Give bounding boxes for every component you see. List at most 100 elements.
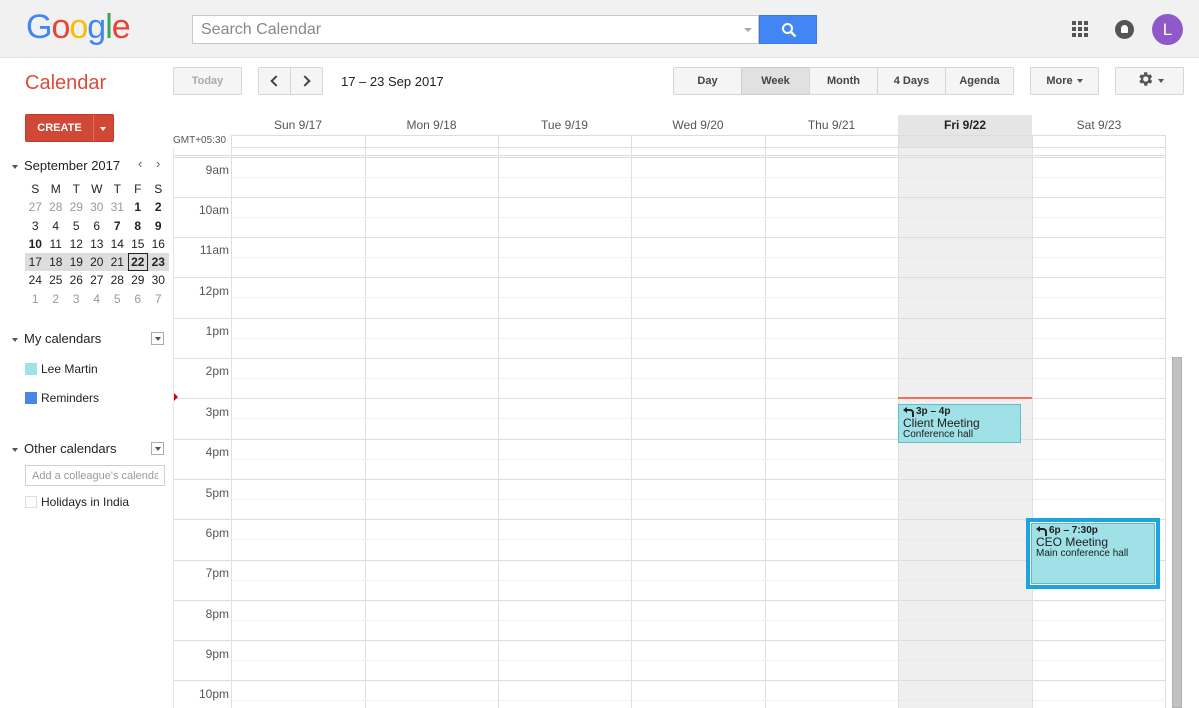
event-ceo-meeting[interactable]: 6p – 7:30p CEO Meeting Main conference h… (1031, 523, 1155, 584)
calendar-item-holidays-india[interactable]: Holidays in India (25, 495, 129, 509)
day-header[interactable]: Sun 9/17 (231, 115, 365, 135)
mini-calendar-day[interactable]: 13 (87, 235, 108, 253)
apps-grid-icon[interactable] (1072, 21, 1088, 37)
notifications-bell-icon[interactable] (1115, 20, 1134, 39)
create-options-dropdown[interactable] (93, 114, 114, 142)
mini-calendar-day[interactable]: 25 (46, 271, 67, 289)
mini-calendar-day[interactable]: 5 (66, 217, 87, 235)
mini-calendar-day[interactable]: 23 (148, 253, 169, 271)
view-week-button[interactable]: Week (741, 67, 810, 95)
mini-calendar-title[interactable]: September 2017 (12, 158, 120, 173)
mini-calendar-day[interactable]: 1 (128, 198, 149, 216)
search-options-caret-icon[interactable] (744, 28, 752, 32)
mini-calendar-day[interactable]: 10 (25, 235, 46, 253)
mini-calendar-day[interactable]: 27 (25, 198, 46, 216)
mini-calendar-day[interactable]: 29 (128, 271, 149, 289)
mini-calendar-day[interactable]: 2 (148, 198, 169, 216)
next-period-button[interactable] (290, 67, 323, 95)
mini-calendar-day[interactable]: 5 (107, 290, 128, 308)
hour-label: 1pm (205, 324, 229, 338)
half-hour-gridline (231, 700, 1166, 701)
calendar-item-label: Reminders (41, 391, 100, 405)
mini-calendar-day[interactable]: 17 (25, 253, 46, 271)
mini-calendar-day[interactable]: 18 (46, 253, 67, 271)
more-button[interactable]: More (1030, 67, 1099, 95)
day-header[interactable]: Sat 9/23 (1032, 115, 1166, 135)
mini-calendar-day[interactable]: 28 (107, 271, 128, 289)
event-title: Client Meeting (903, 416, 980, 430)
view-month-button[interactable]: Month (809, 67, 878, 95)
week-time-grid[interactable]: 9am 10am 11am 12pm 1pm 2pm 3pm 4pm 5pm 6… (174, 148, 1166, 708)
mini-calendar-day[interactable]: 9 (148, 217, 169, 235)
view-day-button[interactable]: Day (673, 67, 742, 95)
my-calendars-header[interactable]: My calendars (12, 331, 101, 346)
mini-calendar-day[interactable]: 27 (87, 271, 108, 289)
weekday-label: M (50, 182, 61, 196)
settings-button[interactable] (1115, 67, 1184, 95)
search-button[interactable] (759, 15, 817, 44)
mini-calendar-day[interactable]: 31 (107, 198, 128, 216)
today-button[interactable]: Today (173, 67, 242, 95)
other-calendars-menu-button[interactable] (151, 442, 164, 455)
mini-calendar-next-icon[interactable]: › (156, 156, 160, 171)
day-header-today[interactable]: Fri 9/22 (898, 115, 1032, 135)
mini-calendar-grid: S M T W T F S 27 28 29 30 31 1 2 3 4 5 6… (25, 180, 169, 308)
mini-calendar-day[interactable]: 24 (25, 271, 46, 289)
mini-calendar-prev-icon[interactable]: ‹ (138, 156, 142, 171)
mini-calendar-day[interactable]: 3 (25, 217, 46, 235)
avatar[interactable]: L (1152, 14, 1183, 45)
day-column-divider (365, 148, 366, 708)
column-divider (1032, 136, 1033, 147)
all-day-row[interactable] (231, 135, 1166, 148)
create-event-button[interactable]: CREATE (25, 114, 94, 142)
reply-icon (903, 407, 914, 417)
day-header[interactable]: Tue 9/19 (498, 115, 631, 135)
day-header[interactable]: Wed 9/20 (631, 115, 765, 135)
mini-calendar-day[interactable]: 8 (128, 217, 149, 235)
mini-calendar-day[interactable]: 4 (87, 290, 108, 308)
calendar-item-reminders[interactable]: Reminders (25, 391, 99, 405)
mini-calendar-day[interactable]: 28 (46, 198, 67, 216)
mini-calendar-day[interactable]: 3 (66, 290, 87, 308)
mini-calendar-day[interactable]: 1 (25, 290, 46, 308)
mini-calendar-day[interactable]: 15 (128, 235, 149, 253)
mini-calendar-day[interactable]: 2 (46, 290, 67, 308)
hour-label: 2pm (205, 364, 229, 378)
previous-period-button[interactable] (258, 67, 291, 95)
event-client-meeting[interactable]: 3p – 4p Client Meeting Conference hall (898, 404, 1021, 443)
day-header[interactable]: Mon 9/18 (365, 115, 498, 135)
mini-calendar-day[interactable]: 26 (66, 271, 87, 289)
google-logo[interactable]: Google (26, 4, 131, 50)
mini-calendar-day[interactable]: 16 (148, 235, 169, 253)
mini-calendar-today[interactable]: 22 (127, 253, 148, 272)
mini-calendar-day[interactable]: 20 (87, 253, 108, 271)
mini-calendar-day[interactable]: 7 (107, 217, 128, 235)
mini-calendar-day[interactable]: 4 (46, 217, 67, 235)
view-4days-button[interactable]: 4 Days (877, 67, 946, 95)
mini-calendar-day[interactable]: 19 (66, 253, 87, 271)
half-hour-gridline (231, 257, 1166, 258)
mini-calendar-day[interactable]: 30 (148, 271, 169, 289)
mini-calendar-day[interactable]: 14 (107, 235, 128, 253)
my-calendars-menu-button[interactable] (151, 332, 164, 345)
calendar-item-label: Lee Martin (41, 362, 98, 376)
mini-calendar-day[interactable]: 29 (66, 198, 87, 216)
selected-event-highlight[interactable]: 6p – 7:30p CEO Meeting Main conference h… (1026, 518, 1160, 589)
mini-calendar-day[interactable]: 6 (128, 290, 149, 308)
calendar-item-lee-martin[interactable]: Lee Martin (25, 362, 98, 376)
column-divider (365, 136, 366, 147)
view-agenda-button[interactable]: Agenda (945, 67, 1014, 95)
scrollbar-thumb[interactable] (1172, 357, 1182, 708)
mini-calendar-day[interactable]: 6 (87, 217, 108, 235)
add-colleague-calendar-input[interactable] (25, 465, 165, 486)
mini-calendar-day[interactable]: 12 (66, 235, 87, 253)
mini-calendar-day[interactable]: 11 (46, 235, 67, 253)
mini-calendar-day[interactable]: 7 (148, 290, 169, 308)
day-header[interactable]: Thu 9/21 (765, 115, 898, 135)
mini-calendar-week: 10 11 12 13 14 15 16 (25, 235, 169, 253)
mini-calendar-day[interactable]: 21 (107, 253, 128, 271)
mini-calendar-day[interactable]: 30 (87, 198, 108, 216)
other-calendars-header[interactable]: Other calendars (12, 441, 117, 456)
current-time-marker-icon (174, 393, 178, 401)
search-input[interactable] (193, 16, 758, 43)
